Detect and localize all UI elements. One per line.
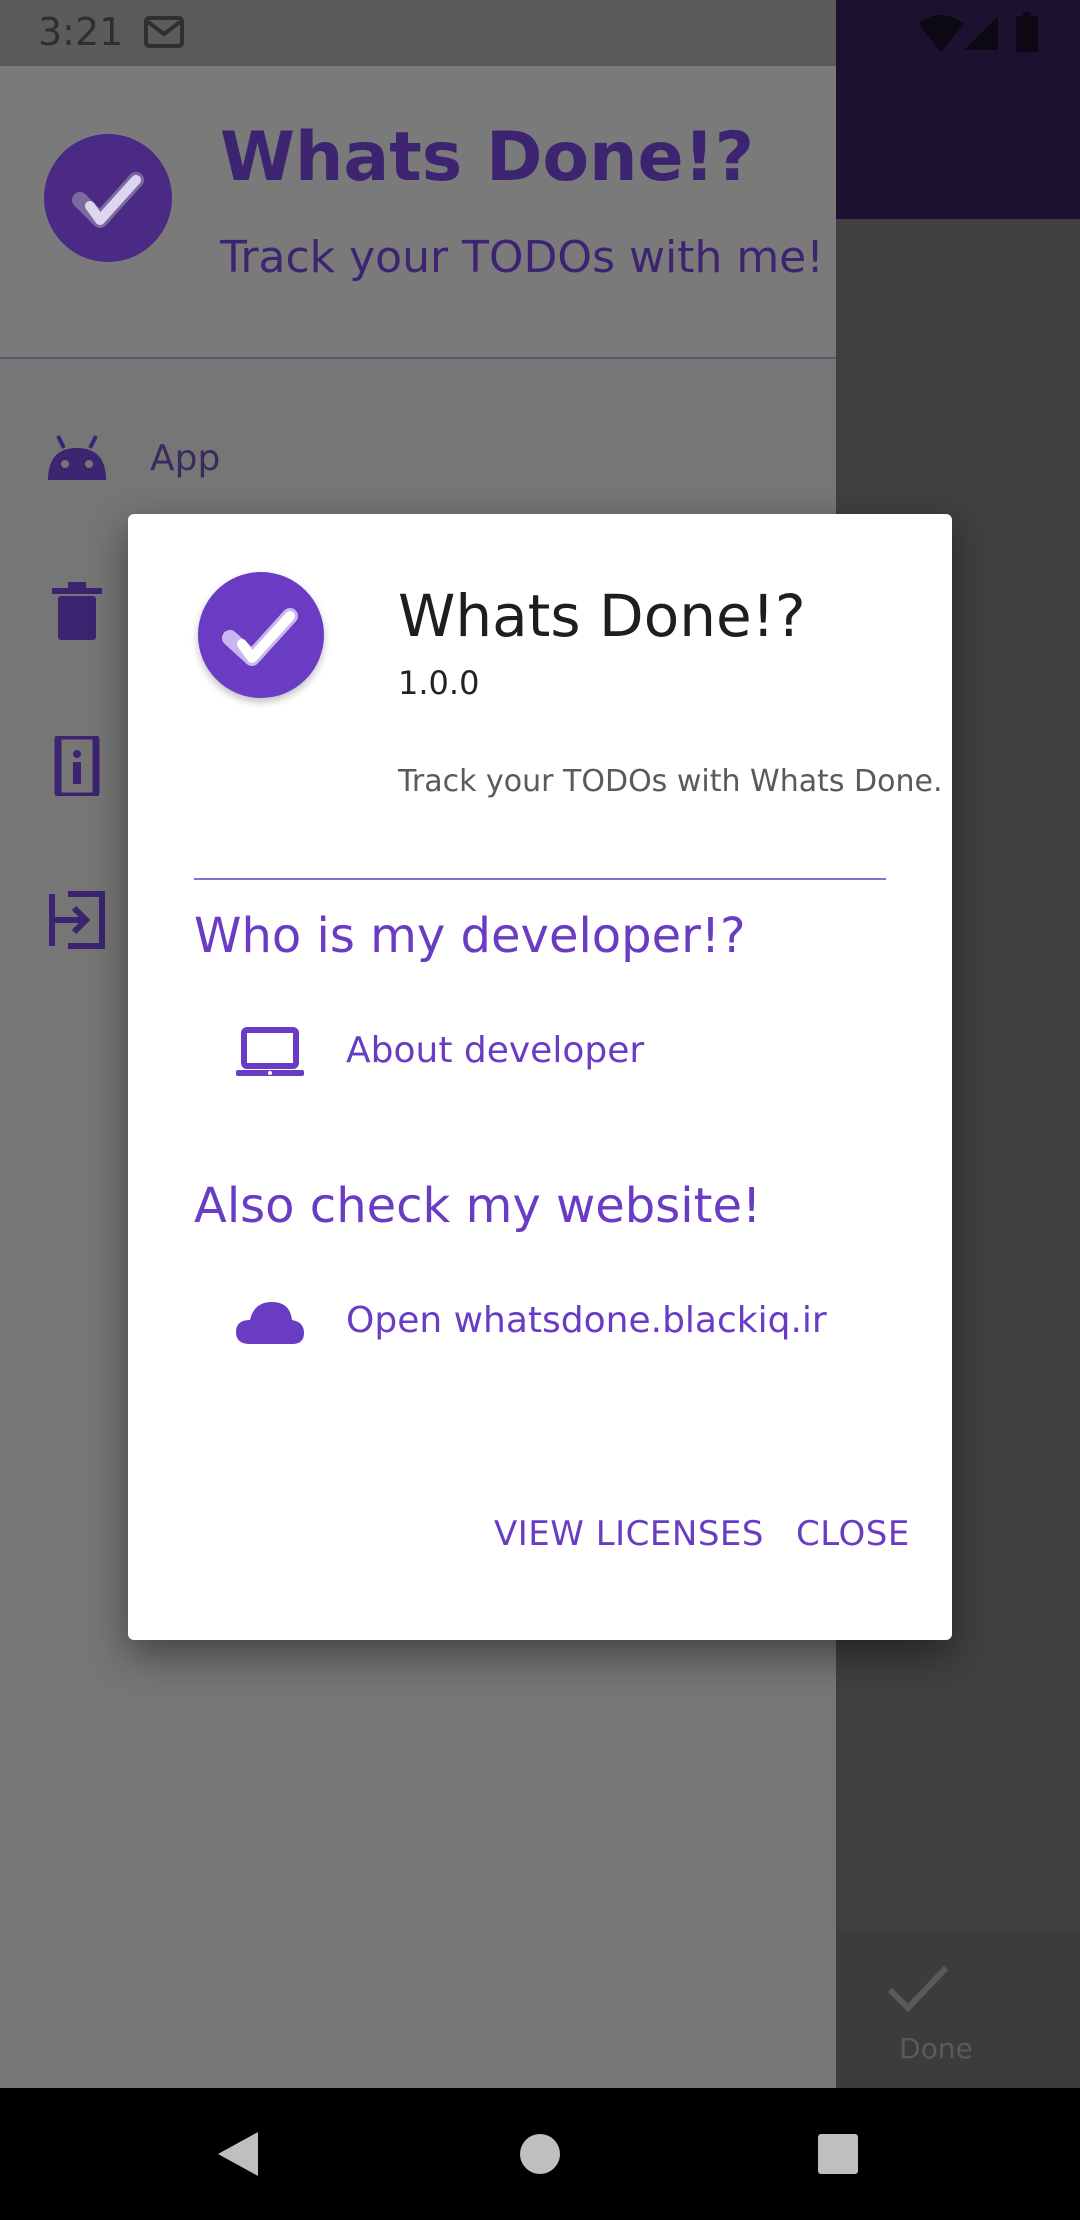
open-website-label: Open whatsdone.blackiq.ir xyxy=(346,1300,827,1341)
divider xyxy=(194,878,886,880)
wifi-icon xyxy=(918,15,964,52)
check-icon xyxy=(72,172,144,228)
drawer-title: Whats Done!? xyxy=(220,118,755,197)
android-icon xyxy=(48,435,106,480)
view-licenses-button[interactable]: VIEW LICENSES xyxy=(494,1514,764,1554)
app-logo xyxy=(198,572,324,698)
bottom-bar: Done xyxy=(836,1930,1080,2088)
trash-icon xyxy=(52,582,102,640)
laptop-icon xyxy=(236,1027,304,1076)
cloud-icon xyxy=(236,1302,304,1344)
status-time: 3:21 xyxy=(38,10,124,54)
about-dialog: Whats Done!? 1.0.0 Track your TODOs with… xyxy=(128,514,952,1640)
app-logo xyxy=(44,134,172,262)
drawer-subtitle: Track your TODOs with me! xyxy=(220,232,824,283)
about-developer-label: About developer xyxy=(346,1030,645,1071)
check-icon[interactable] xyxy=(880,1958,956,2018)
open-website-link[interactable]: Open whatsdone.blackiq.ir xyxy=(128,1278,952,1368)
signal-icon xyxy=(964,16,998,50)
dialog-title: Whats Done!? xyxy=(398,582,806,650)
gmail-icon xyxy=(144,16,184,48)
home-button[interactable] xyxy=(520,2134,560,2174)
done-tab-label[interactable]: Done xyxy=(836,2032,1036,2065)
website-section-title: Also check my website! xyxy=(194,1178,762,1234)
status-bar: 3:21 xyxy=(0,0,1080,66)
close-button[interactable]: CLOSE xyxy=(796,1514,910,1554)
check-icon xyxy=(222,608,298,666)
app-version: 1.0.0 xyxy=(398,664,480,702)
battery-icon xyxy=(1016,12,1038,52)
recents-button[interactable] xyxy=(818,2134,858,2174)
drawer-item-app[interactable]: App xyxy=(0,400,836,520)
exit-icon xyxy=(49,891,105,949)
about-developer-link[interactable]: About developer xyxy=(128,1008,952,1098)
app-description: Track your TODOs with Whats Done. xyxy=(398,764,943,799)
drawer-item-label: App xyxy=(150,438,221,479)
screen: Done Whats Done!? Track your TODOs with … xyxy=(0,0,1080,2220)
developer-section-title: Who is my developer!? xyxy=(194,908,746,964)
info-icon xyxy=(54,736,100,796)
back-icon[interactable] xyxy=(218,2132,260,2176)
